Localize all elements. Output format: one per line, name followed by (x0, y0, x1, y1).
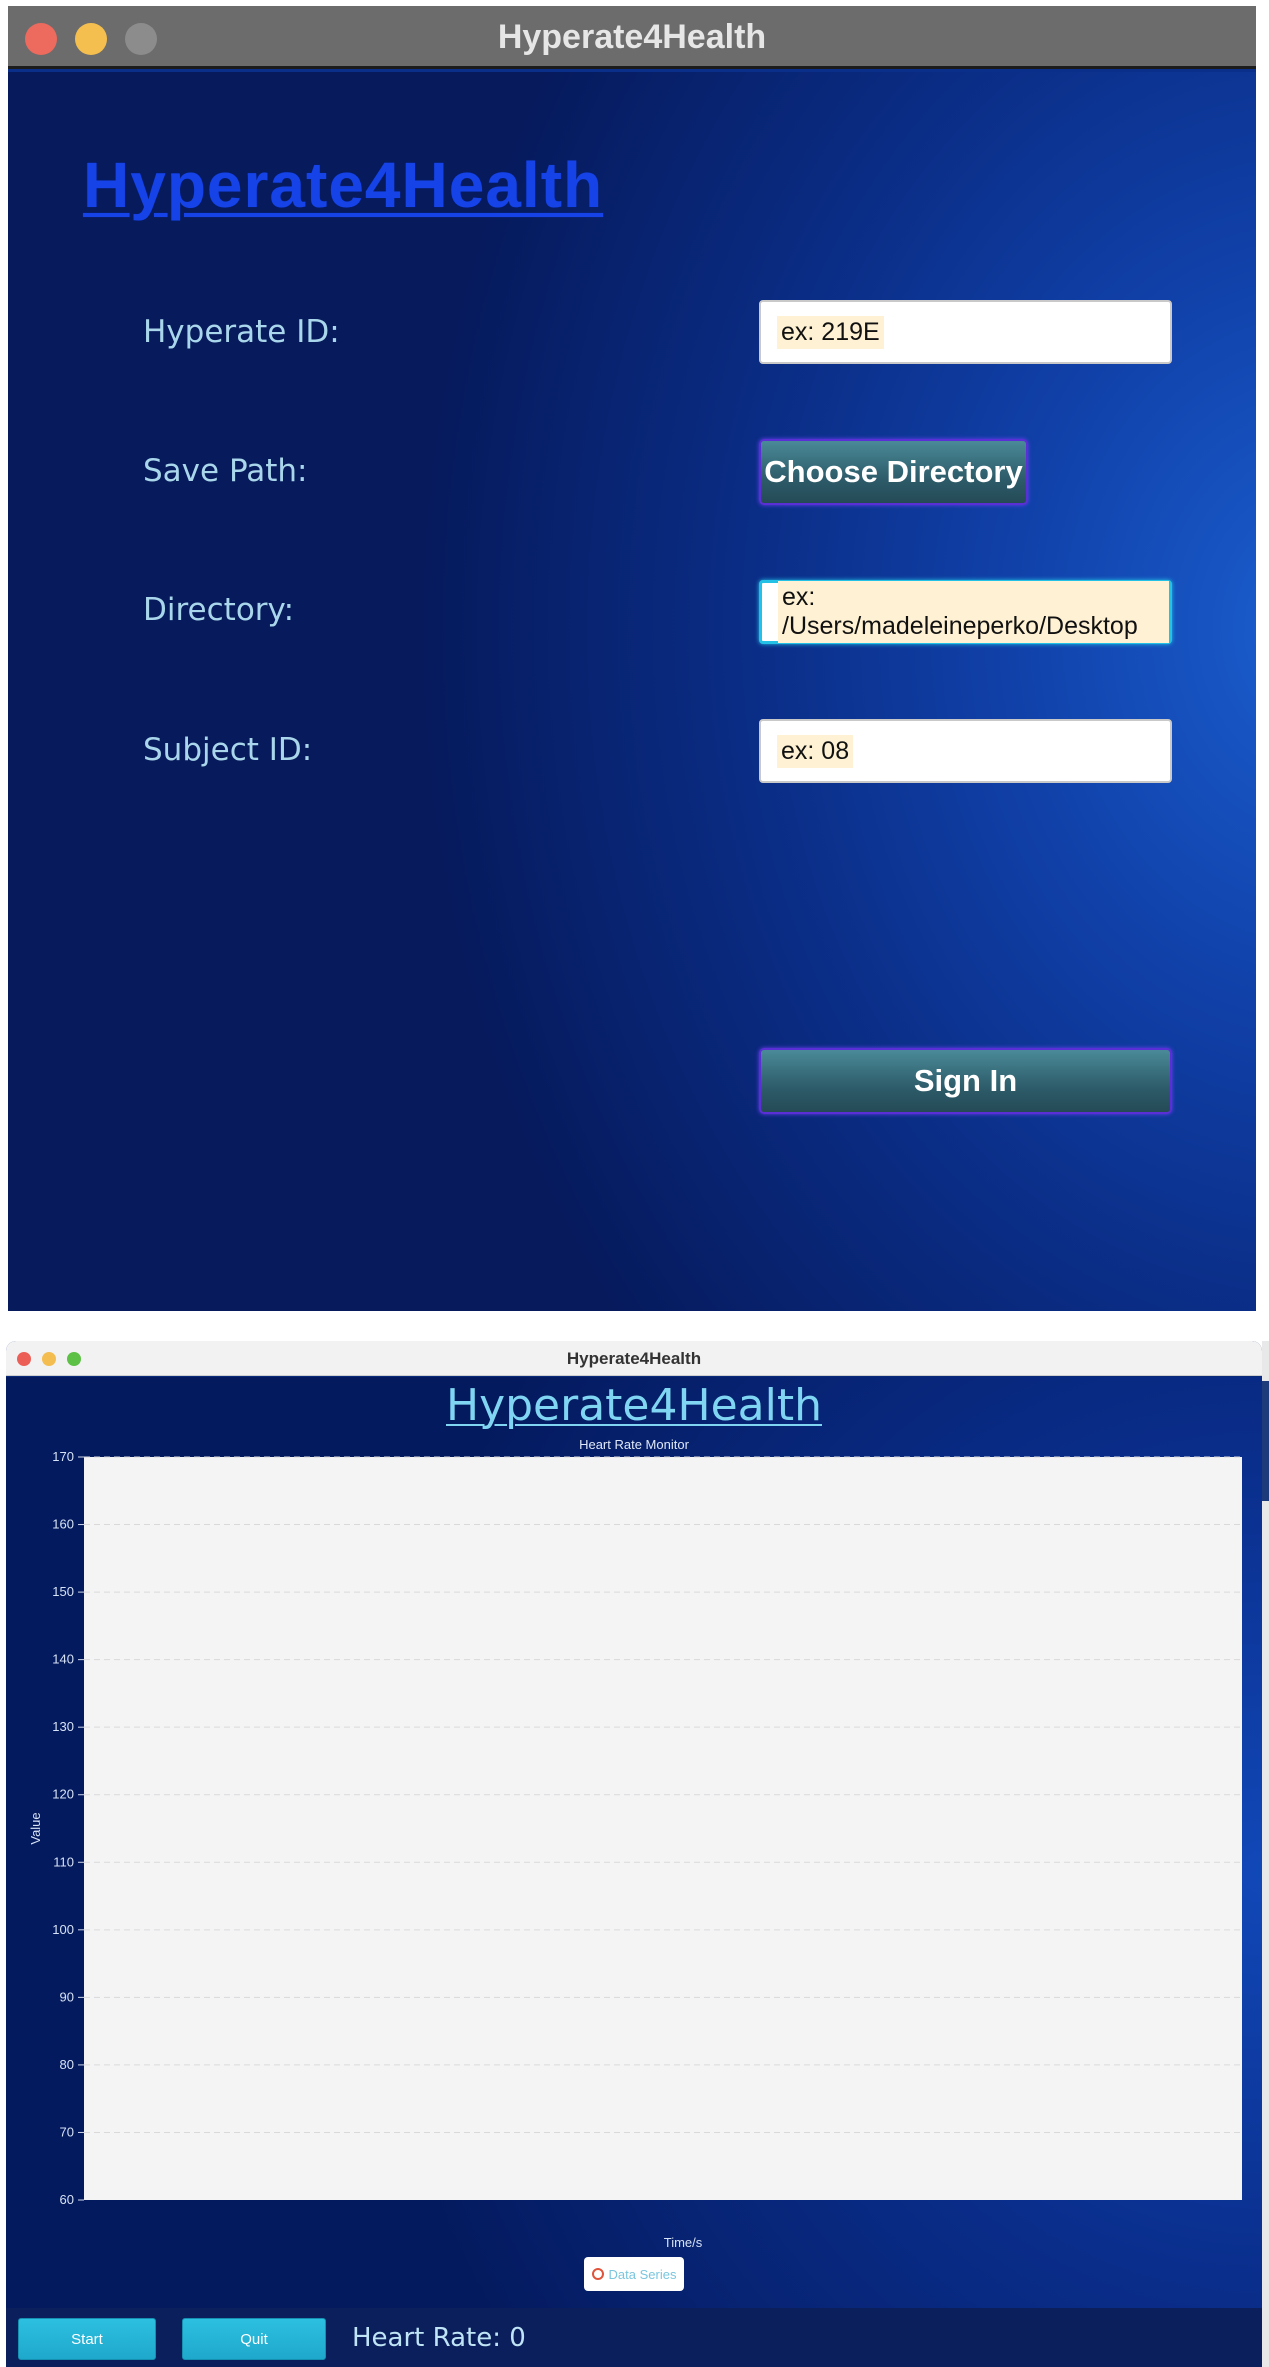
quit-button[interactable]: Quit (182, 2318, 326, 2360)
y-tick-label: 90 (60, 1989, 74, 2004)
subject-id-label: Subject ID: (143, 732, 313, 768)
y-tick-label: 160 (52, 1517, 74, 1532)
window-title: Hyperate4Health (566, 1349, 702, 1368)
heart-rate-chart: 60 70 80 90 100 110 120 130 140 150 160 170 Value Tim… (28, 1449, 1242, 2250)
background-window (1262, 1341, 1269, 2367)
x-axis-label: Time/s (664, 2235, 703, 2250)
y-tick-label: 80 (60, 2057, 74, 2072)
sign-in-form: Hyperate4Health Hyperate ID: ex: 219E Sa… (8, 72, 1256, 1311)
save-path-label: Save Path: (143, 453, 308, 489)
legend-label: Data Series (608, 2266, 677, 2282)
y-tick-label: 100 (52, 1922, 74, 1937)
title-bar: Hyperate4Health (6, 1341, 1262, 1376)
y-tick-label: 70 (60, 2124, 74, 2139)
start-button[interactable]: Start (18, 2318, 156, 2360)
background-window-strip (1262, 1381, 1269, 1501)
y-tick-label: 170 (52, 1449, 74, 1464)
sign-in-button[interactable]: Sign In (759, 1048, 1172, 1114)
monitor-window: Hyperate4Health Hyperate4Health Heart Ra… (6, 1341, 1262, 2367)
title-bar: Hyperate4Health (8, 6, 1256, 69)
app-logo: Hyperate4Health (83, 149, 604, 221)
y-axis-label: Value (28, 1812, 43, 1844)
control-bar: Start Quit Heart Rate: 0 (6, 2308, 1262, 2367)
chart-legend[interactable]: Data Series (584, 2257, 684, 2291)
subject-id-placeholder: ex: 08 (777, 734, 854, 768)
legend-marker-icon (591, 2268, 604, 2280)
choose-directory-button[interactable]: Choose Directory (759, 439, 1028, 505)
subject-id-input[interactable]: ex: 08 (759, 719, 1172, 783)
monitor-content: Hyperate4Health Heart Rate Monitor 60 70 8… (6, 1377, 1262, 2367)
hyperate-id-label: Hyperate ID: (143, 314, 340, 350)
y-tick-label: 60 (60, 2192, 74, 2207)
y-tick-label: 120 (52, 1787, 74, 1802)
y-tick-label: 130 (52, 1719, 74, 1734)
hyperate-id-placeholder: ex: 219E (777, 315, 884, 349)
y-tick-label: 140 (52, 1652, 74, 1667)
y-tick-label: 110 (53, 1854, 74, 1869)
hyperate-id-input[interactable]: ex: 219E (759, 300, 1172, 364)
directory-input[interactable]: ex: /Users/madeleineperko/Desktop (759, 580, 1172, 644)
directory-label: Directory: (143, 592, 295, 628)
heart-rate-readout: Heart Rate: 0 (352, 2323, 526, 2353)
sign-in-window: Hyperate4Health Hyperate4Health Hyperate… (8, 6, 1256, 1311)
window-title: Hyperate4Health (497, 18, 767, 56)
directory-placeholder: ex: /Users/madeleineperko/Desktop (778, 581, 1169, 643)
plot-area (84, 1457, 1242, 2200)
y-tick-label: 150 (52, 1584, 74, 1599)
